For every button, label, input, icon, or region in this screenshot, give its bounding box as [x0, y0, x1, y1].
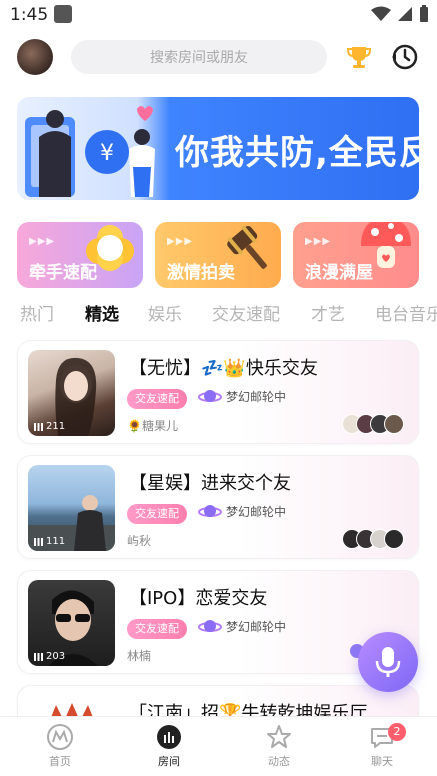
arrow-icons: ▶▶▶ — [29, 236, 56, 247]
flower-icon — [86, 225, 134, 271]
member-avatars — [342, 414, 404, 434]
member-avatars — [342, 529, 404, 549]
room-card[interactable]: 111 【星娱】进来交个友 交友速配 梦幻邮轮中 屿秋 — [17, 455, 419, 559]
nav-label: 聊天 — [371, 755, 393, 768]
notification-icon — [54, 5, 72, 23]
room-status: 梦幻邮轮中 — [198, 502, 286, 520]
tab-entertainment[interactable]: 娱乐 — [148, 300, 182, 325]
signal-icon — [398, 7, 412, 21]
listener-count-value: 211 — [46, 421, 66, 432]
listener-count-value: 203 — [46, 651, 66, 662]
voice-mic-button[interactable] — [358, 632, 418, 692]
audio-bars-icon — [34, 422, 43, 431]
banner-illustration: ¥ — [25, 106, 155, 197]
tab-talent[interactable]: 才艺 — [311, 300, 345, 325]
user-avatar[interactable] — [17, 39, 53, 75]
room-thumbnail: 211 — [28, 350, 115, 436]
svg-text:¥: ¥ — [100, 141, 114, 166]
listener-count: 203 — [34, 651, 65, 662]
listener-count-value: 111 — [46, 536, 66, 547]
planet-icon — [198, 390, 222, 402]
room-title: 【星娱】进来交个友 — [129, 473, 291, 494]
microphone-icon — [375, 647, 401, 677]
listener-count: 211 — [34, 421, 65, 432]
planet-icon — [198, 620, 222, 632]
nav-home[interactable]: 首页 — [30, 723, 90, 769]
room-status: 梦幻邮轮中 — [198, 387, 286, 405]
room-host: 屿秋 — [127, 534, 152, 548]
planet-icon — [198, 505, 222, 517]
search-input[interactable]: 搜索房间或朋友 — [71, 40, 327, 74]
listener-count: 111 — [34, 536, 65, 547]
tab-hot[interactable]: 热门 — [20, 300, 54, 325]
feature-card-romance[interactable]: ▶▶▶ 浪漫满屋 — [293, 222, 419, 288]
audio-bars-icon — [34, 652, 43, 661]
status-bar: 1:45 — [0, 0, 437, 30]
rooms-icon — [157, 725, 181, 749]
nav-label: 动态 — [268, 755, 290, 768]
top-header: 搜索房间或朋友 — [0, 36, 437, 80]
nav-chat[interactable]: 聊天 2 — [352, 723, 412, 769]
room-tag: 交友速配 — [127, 389, 187, 409]
home-icon — [47, 724, 73, 750]
history-icon[interactable] — [390, 42, 420, 72]
nav-rooms[interactable]: 房间 — [139, 723, 199, 769]
tab-radio[interactable]: 电台音乐 — [375, 300, 437, 325]
banner-title: 你我共防,全民反诈 — [175, 133, 419, 173]
tab-featured[interactable]: 精选 — [85, 300, 119, 325]
mushroom-icon — [361, 222, 411, 268]
room-host: 🌻糖果儿 — [127, 419, 178, 433]
search-placeholder: 搜索房间或朋友 — [150, 50, 248, 66]
trophy-icon[interactable] — [344, 42, 374, 72]
nav-label: 房间 — [158, 755, 180, 768]
room-status: 梦幻邮轮中 — [198, 617, 286, 635]
room-status-text: 梦幻邮轮中 — [226, 504, 287, 519]
status-icons — [371, 5, 429, 23]
nav-label: 首页 — [49, 755, 71, 768]
bottom-navigation: 首页 房间 动态 聊天 2 — [0, 716, 437, 776]
audio-bars-icon — [34, 537, 43, 546]
room-card[interactable]: 211 【无忧】💤👑快乐交友 交友速配 梦幻邮轮中 🌻糖果儿 — [17, 340, 419, 444]
status-time: 1:45 — [10, 5, 49, 25]
wifi-icon — [371, 6, 391, 21]
room-tag: 交友速配 — [127, 619, 187, 639]
nav-moments[interactable]: 动态 — [249, 723, 309, 769]
category-tabs: 热门 精选 娱乐 交友速配 才艺 电台音乐 — [0, 300, 437, 326]
unread-badge: 2 — [388, 723, 406, 741]
tab-dating[interactable]: 交友速配 — [212, 300, 280, 325]
room-host: 林楠 — [127, 649, 152, 663]
feature-card-matchmaking[interactable]: ▶▶▶ 牵手速配 — [17, 222, 143, 288]
room-title: 【无忧】💤👑快乐交友 — [129, 358, 318, 379]
room-tag: 交友速配 — [127, 504, 187, 524]
feature-cards: ▶▶▶ 牵手速配 ▶▶▶ 激情拍卖 ▶▶▶ 浪漫满屋 — [17, 222, 419, 290]
room-status-text: 梦幻邮轮中 — [226, 619, 287, 634]
room-status-text: 梦幻邮轮中 — [226, 389, 287, 404]
anti-fraud-banner[interactable]: ¥ 你我共防,全民反诈 — [17, 97, 419, 200]
member-avatar — [384, 414, 404, 434]
room-thumbnail: 111 — [28, 465, 115, 551]
arrow-icons: ▶▶▶ — [167, 236, 194, 247]
star-icon — [267, 725, 291, 748]
battery-icon — [420, 5, 428, 22]
gavel-icon — [227, 225, 267, 269]
member-avatar — [384, 529, 404, 549]
room-thumbnail: 203 — [28, 580, 115, 666]
feature-card-auction[interactable]: ▶▶▶ 激情拍卖 — [155, 222, 281, 288]
room-title: 【IPO】恋爱交友 — [129, 588, 268, 609]
arrow-icons: ▶▶▶ — [305, 236, 332, 247]
